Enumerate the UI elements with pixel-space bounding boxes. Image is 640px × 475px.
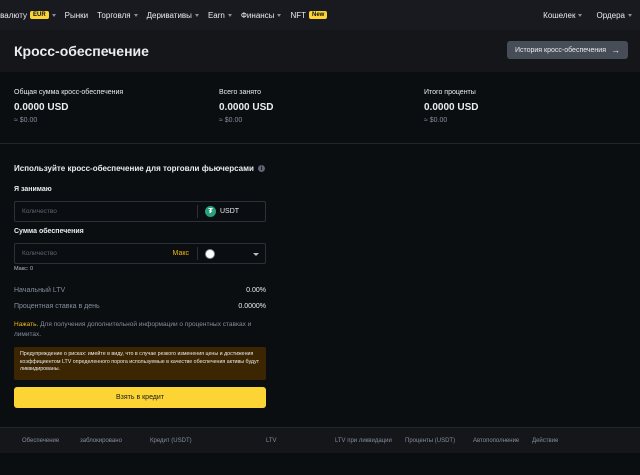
history-button-label: История кросс-обеспечения xyxy=(514,46,606,54)
collateral-amount-field[interactable]: Количество Макс xyxy=(14,243,266,264)
daily-rate-row: Процентная ставка в день 0.0000% xyxy=(14,303,266,310)
rates-link[interactable]: Нажать. xyxy=(14,321,38,328)
borrow-button[interactable]: Взять в кредит xyxy=(14,387,266,408)
column-header: LTV при ликвидации xyxy=(335,438,392,444)
nav-right-group: Кошелек Ордера xyxy=(543,0,632,30)
rates-note: Нажать. Для получения дополнительной инф… xyxy=(14,320,266,340)
stat-total-borrowed: Всего занято 0.0000 USD ≈ $0.00 xyxy=(219,89,273,124)
stat-sub-value: ≈ $0.00 xyxy=(14,117,38,124)
new-badge: New xyxy=(309,11,328,19)
nav-derivatives[interactable]: Деривативы xyxy=(147,11,199,20)
nav-nft[interactable]: NFT New xyxy=(290,10,328,20)
nav-trade[interactable]: Торговля xyxy=(97,10,138,20)
column-header: LTV xyxy=(266,438,277,444)
collateral-amount-placeholder: Количество xyxy=(22,250,57,257)
form-title-text: Используйте кросс-обеспечение для торгов… xyxy=(14,164,254,173)
nav-markets[interactable]: Рынки xyxy=(65,11,88,20)
nav-earn[interactable]: Earn xyxy=(208,11,232,20)
borrow-label: Я занимаю xyxy=(14,186,52,193)
max-button[interactable]: Макс xyxy=(173,250,189,257)
history-button[interactable]: История кросс-обеспечения → xyxy=(506,41,628,59)
stat-label: Общая сумма кросс-обеспечения xyxy=(14,89,124,96)
stat-total-collateral: Общая сумма кросс-обеспечения 0.0000 USD… xyxy=(14,89,123,124)
column-header: Действие xyxy=(532,438,559,444)
initial-ltv-label: Начальный LTV xyxy=(14,287,66,294)
collateral-label: Сумма обеспечения xyxy=(14,228,84,235)
column-header: заблокировано xyxy=(80,438,122,444)
info-icon[interactable]: i xyxy=(257,165,265,172)
column-header: Автопополнение xyxy=(473,438,520,444)
column-header: Проценты (USDT) xyxy=(405,438,456,444)
chevron-down-icon xyxy=(51,13,56,17)
top-navigation: пить криптовалюту EUR Рынки Торговля Дер… xyxy=(0,0,640,30)
stat-value: 0.0000 USD xyxy=(424,102,479,113)
nav-earn-label: Earn xyxy=(207,10,225,20)
initial-ltv-value: 0.00% xyxy=(246,287,266,294)
nav-finance[interactable]: Финансы xyxy=(241,11,282,20)
loans-table-header: Обеспечение заблокировано Кредит (USDT) … xyxy=(0,427,640,453)
collateral-coin-icon xyxy=(205,249,215,259)
risk-warning: Предупреждение о рисках: имейте в виду, … xyxy=(14,347,266,380)
nav-orders[interactable]: Ордера xyxy=(596,11,632,20)
section-divider xyxy=(0,143,640,144)
nav-nft-label: NFT xyxy=(290,10,306,20)
borrow-amount-field[interactable]: Количество ₮ USDT xyxy=(14,201,266,222)
nav-wallet[interactable]: Кошелек xyxy=(543,10,583,20)
daily-rate-value: 0.0000% xyxy=(238,303,266,310)
stat-value: 0.0000 USD xyxy=(219,102,274,113)
field-divider xyxy=(197,205,198,218)
chevron-down-icon xyxy=(194,13,199,17)
stat-sub-value: ≈ $0.00 xyxy=(219,117,243,124)
chevron-down-icon xyxy=(133,13,138,17)
borrow-coin-name: USDT xyxy=(220,208,240,215)
stat-sub-value: ≈ $0.00 xyxy=(424,117,448,124)
rates-note-text: Для получения дополнительной информации … xyxy=(14,321,252,338)
initial-ltv-row: Начальный LTV 0.00% xyxy=(14,287,266,294)
page-title: Кросс-обеспечение xyxy=(14,43,149,59)
nav-buy-crypto[interactable]: пить криптовалюту EUR xyxy=(0,11,56,20)
nav-wallet-label: Кошелек xyxy=(543,10,576,20)
nav-buy-crypto-label: пить криптовалюту xyxy=(0,10,27,20)
chevron-down-icon xyxy=(628,13,632,17)
stat-total-interest: Итого проценты 0.0000 USD ≈ $0.00 xyxy=(424,89,478,124)
nav-finance-label: Финансы xyxy=(240,10,275,20)
chevron-down-icon xyxy=(277,13,282,17)
max-note: Макс: 0 xyxy=(14,266,34,272)
nav-trade-label: Торговля xyxy=(97,10,131,20)
chevron-down-icon xyxy=(578,13,583,17)
nav-derivatives-label: Деривативы xyxy=(146,10,192,20)
column-header: Обеспечение xyxy=(22,438,60,444)
borrow-amount-placeholder: Количество xyxy=(22,208,57,215)
stat-value: 0.0000 USD xyxy=(14,102,69,113)
stat-label: Итого проценты xyxy=(424,89,476,96)
borrow-button-label: Взять в кредит xyxy=(115,394,165,401)
daily-rate-label: Процентная ставка в день xyxy=(14,303,100,310)
field-divider xyxy=(197,247,198,260)
page-header: Кросс-обеспечение История кросс-обеспече… xyxy=(0,30,640,72)
currency-badge: EUR xyxy=(30,11,49,19)
chevron-down-icon xyxy=(227,13,232,17)
form-title: Используйте кросс-обеспечение для торгов… xyxy=(14,164,265,173)
stat-label: Всего занято xyxy=(219,89,262,96)
arrow-right-icon: → xyxy=(611,45,620,55)
chevron-down-icon[interactable] xyxy=(253,253,259,256)
usdt-icon: ₮ xyxy=(205,206,216,217)
column-header: Кредит (USDT) xyxy=(150,438,192,444)
nav-markets-label: Рынки xyxy=(64,10,89,20)
nav-orders-label: Ордера xyxy=(596,10,625,20)
